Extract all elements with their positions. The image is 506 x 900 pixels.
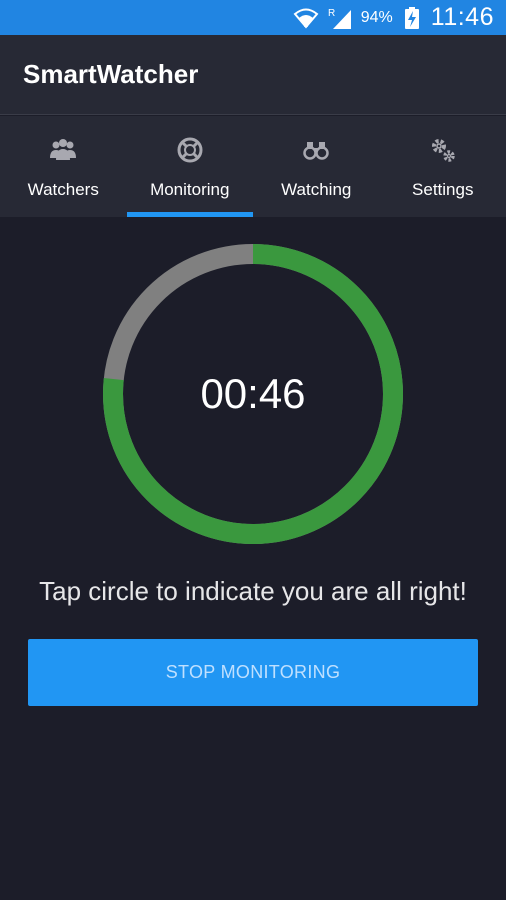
gears-icon xyxy=(429,136,457,164)
tab-settings[interactable]: Settings xyxy=(380,116,506,217)
monitoring-timer-circle[interactable]: 00:46 xyxy=(103,244,403,544)
binoculars-icon xyxy=(302,136,330,164)
stop-monitoring-button[interactable]: STOP MONITORING xyxy=(28,639,478,706)
status-bar: R 94% 11:46 xyxy=(0,0,506,35)
tab-label: Settings xyxy=(412,180,474,199)
wifi-icon xyxy=(293,7,319,29)
tab-watchers[interactable]: Watchers xyxy=(0,116,127,217)
tab-bar: Watchers Monitoring Watching Settings xyxy=(0,116,506,217)
battery-percent: 94% xyxy=(360,8,393,26)
app-bar: SmartWatcher xyxy=(0,35,506,115)
timer-value: 00:46 xyxy=(200,370,306,417)
tab-label: Monitoring xyxy=(150,180,230,199)
tab-label: Watchers xyxy=(27,180,99,199)
tab-watching[interactable]: Watching xyxy=(253,116,380,217)
status-clock: 11:46 xyxy=(430,3,494,31)
tab-monitoring[interactable]: Monitoring xyxy=(126,116,253,217)
battery-charging-icon xyxy=(404,6,419,29)
tab-label: Watching xyxy=(281,180,352,199)
lifebuoy-icon xyxy=(176,136,204,164)
signal-icon: R xyxy=(327,6,353,30)
group-icon xyxy=(49,136,77,164)
app-title: SmartWatcher xyxy=(23,59,199,89)
hint-text: Tap circle to indicate you are all right… xyxy=(39,576,467,606)
selected-tab-indicator xyxy=(126,212,253,217)
svg-text:R: R xyxy=(328,8,335,19)
